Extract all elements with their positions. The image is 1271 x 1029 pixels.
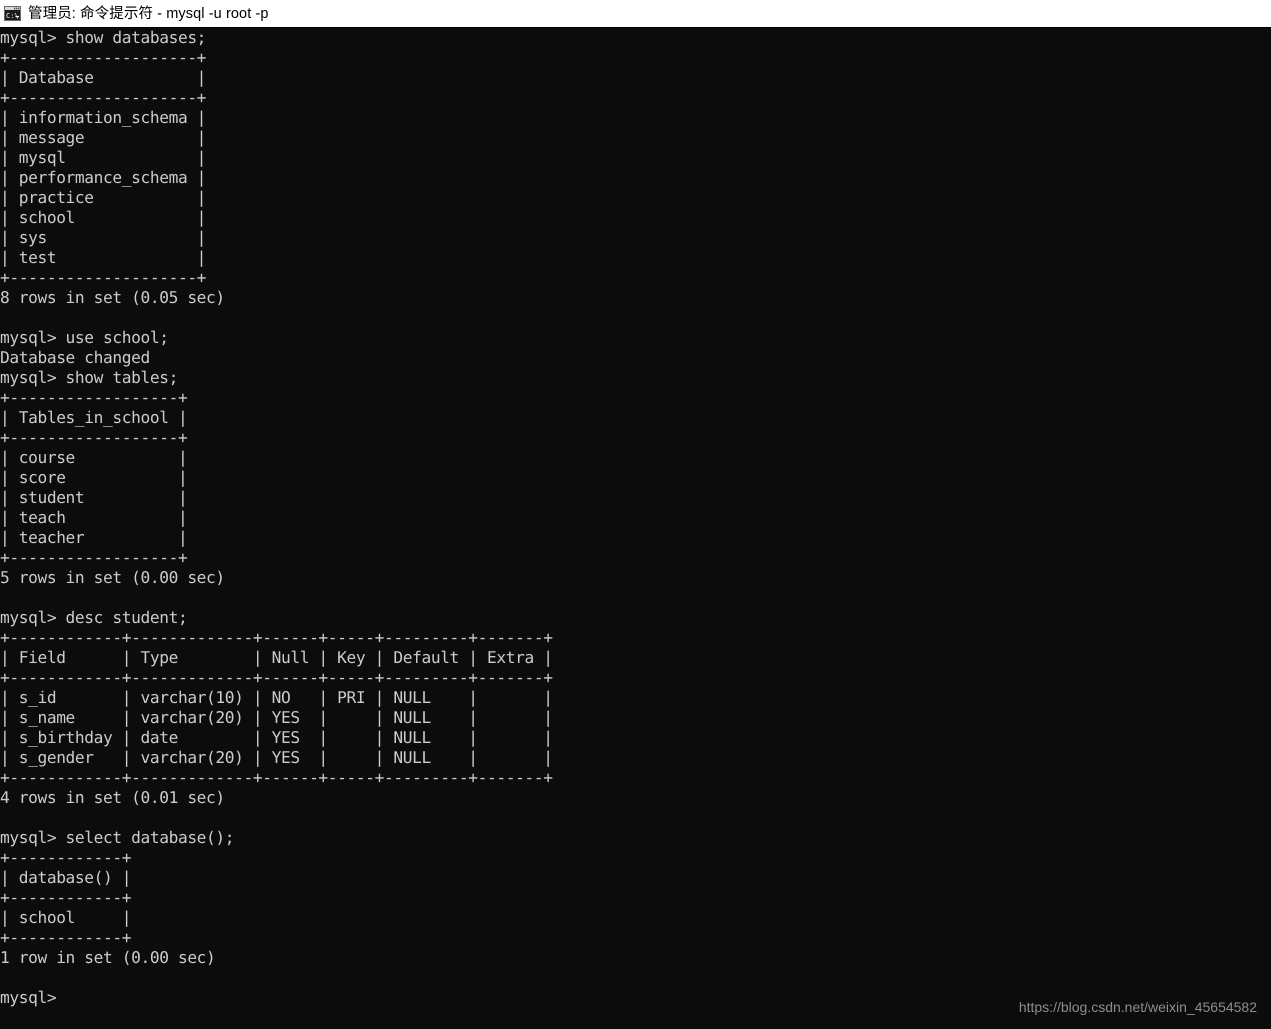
- title-bar[interactable]: C:\ 管理员: 命令提示符 - mysql -u root -p: [0, 0, 1271, 28]
- terminal-text: mysql> show databases; +----------------…: [0, 28, 553, 1007]
- terminal-output-area[interactable]: mysql> show databases; +----------------…: [0, 28, 1271, 1029]
- console-window: C:\ 管理员: 命令提示符 - mysql -u root -p mysql>…: [0, 0, 1271, 1029]
- window-title: 管理员: 命令提示符 - mysql -u root -p: [28, 5, 269, 22]
- watermark-url: https://blog.csdn.net/weixin_45654582: [1018, 999, 1257, 1015]
- cmd-console-icon: C:\: [4, 6, 21, 21]
